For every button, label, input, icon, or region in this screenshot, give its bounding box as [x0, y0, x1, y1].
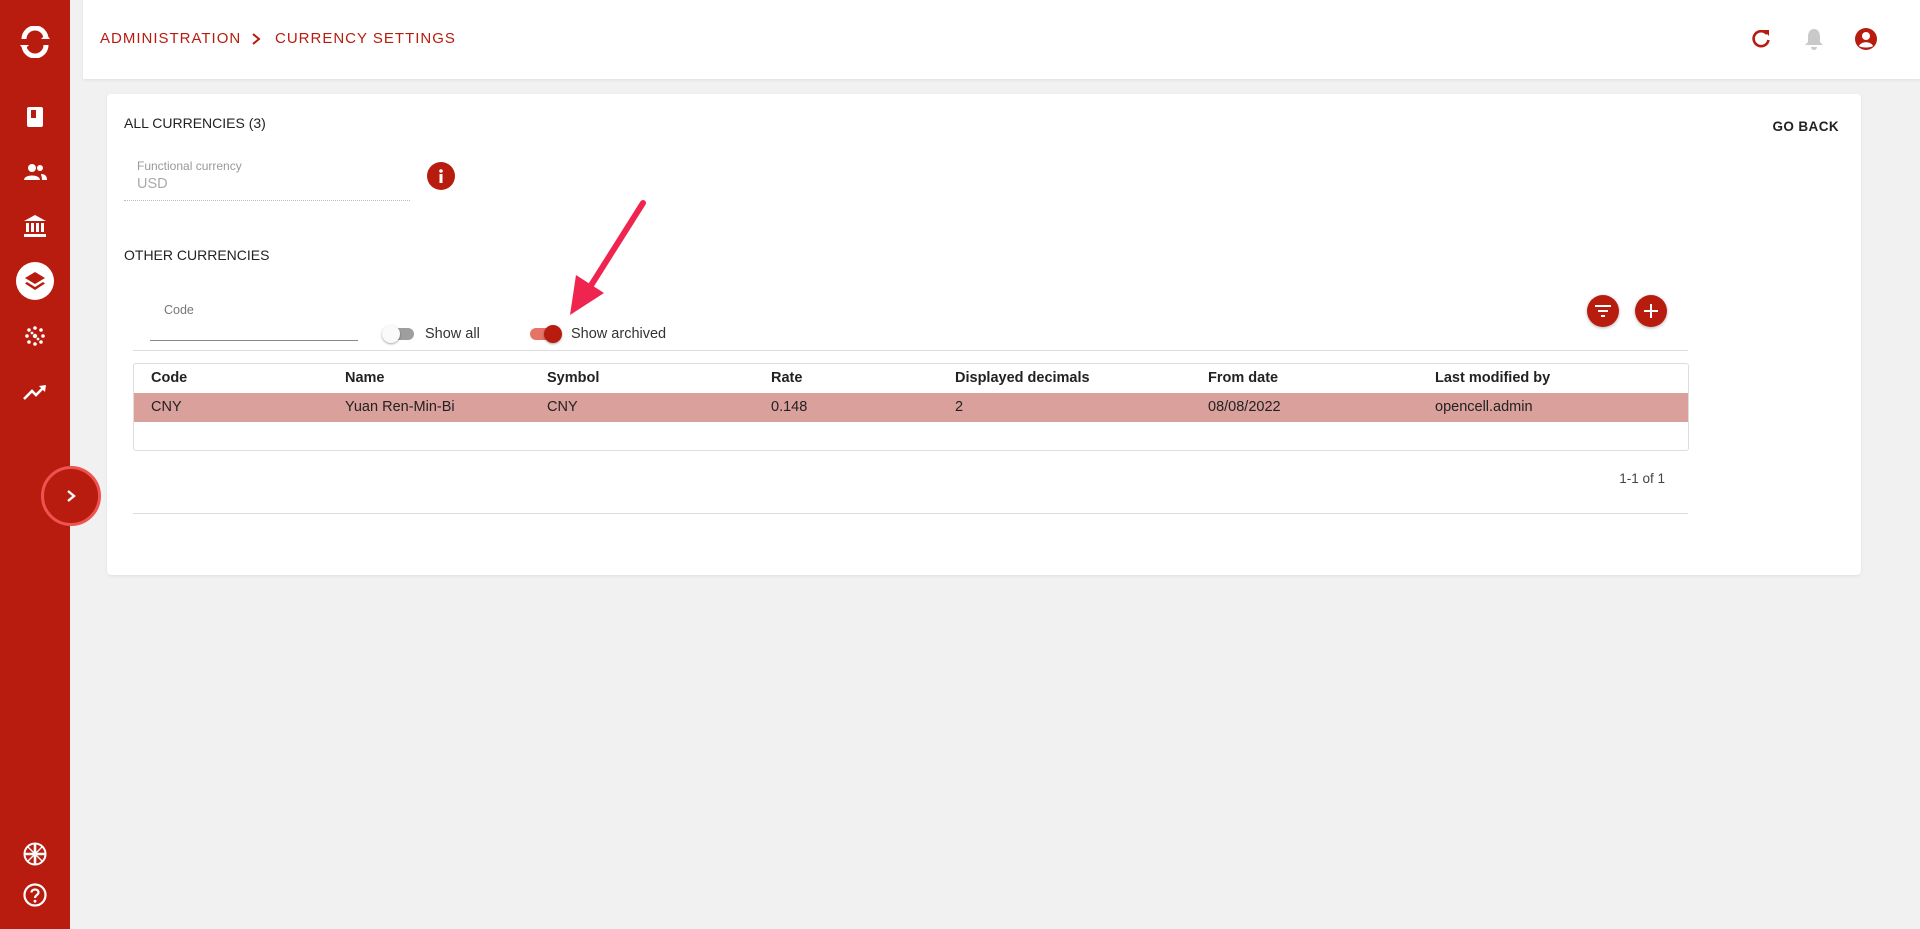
sidebar — [0, 0, 70, 929]
bank-icon — [24, 215, 46, 237]
pagination-label: 1-1 of 1 — [1619, 471, 1665, 486]
code-filter-field[interactable]: Code — [150, 297, 358, 341]
cell-displayed-decimals: 2 — [955, 399, 964, 415]
layers-icon — [25, 272, 45, 290]
dots-grid-icon — [25, 326, 45, 346]
filter-button[interactable] — [1587, 295, 1619, 327]
divider — [133, 513, 1688, 514]
breadcrumb-currency-settings: CURRENCY SETTINGS — [275, 30, 456, 47]
column-header-rate[interactable]: Rate — [771, 370, 802, 386]
functional-currency-label: Functional currency — [137, 159, 242, 173]
currencies-table: Code Name Symbol Rate Displayed decimals… — [133, 363, 1689, 451]
column-header-last-modified-by[interactable]: Last modified by — [1435, 370, 1550, 386]
info-icon[interactable] — [427, 162, 455, 190]
card-title: ALL CURRENCIES (3) — [124, 115, 266, 131]
column-header-code[interactable]: Code — [151, 370, 187, 386]
help-icon — [23, 883, 47, 907]
chevron-right-icon — [67, 490, 76, 502]
sidebar-expand-button[interactable] — [41, 466, 101, 526]
switch-knob — [382, 325, 400, 343]
cell-symbol: CNY — [547, 399, 578, 415]
show-all-label: Show all — [425, 326, 480, 342]
table-row[interactable]: CNY Yuan Ren-Min-Bi CNY 0.148 2 08/08/20… — [134, 393, 1688, 422]
opencell-logo-icon[interactable] — [19, 25, 51, 59]
breadcrumb-administration[interactable]: ADMINISTRATION — [100, 30, 241, 47]
filter-icon — [1595, 305, 1611, 317]
column-header-name[interactable]: Name — [345, 370, 385, 386]
globe-uk-flag-icon — [23, 842, 47, 866]
chevron-right-icon — [251, 32, 261, 50]
functional-currency-field: Functional currency USD — [124, 159, 410, 201]
sidebar-item-administration[interactable] — [16, 262, 54, 300]
cell-last-modified-by: opencell.admin — [1435, 399, 1533, 415]
cell-rate: 0.148 — [771, 399, 808, 415]
refresh-icon[interactable] — [1748, 26, 1774, 52]
top-bar: ADMINISTRATION CURRENCY SETTINGS — [83, 0, 1920, 79]
sidebar-item-reports[interactable] — [17, 374, 53, 410]
go-back-button[interactable]: GO BACK — [1772, 119, 1839, 134]
divider — [133, 350, 1688, 351]
cell-from-date: 08/08/2022 — [1208, 399, 1281, 415]
table-header: Code Name Symbol Rate Displayed decimals… — [134, 364, 1688, 394]
cell-name: Yuan Ren-Min-Bi — [345, 399, 455, 415]
switch-knob — [544, 325, 562, 343]
book-icon — [27, 107, 43, 127]
sidebar-item-finance[interactable] — [17, 208, 53, 244]
people-icon — [24, 164, 47, 180]
other-currencies-title: OTHER CURRENCIES — [124, 247, 270, 263]
sidebar-item-mediation[interactable] — [17, 318, 53, 354]
show-archived-label: Show archived — [571, 326, 667, 342]
sidebar-item-help[interactable] — [17, 877, 53, 913]
show-all-toggle[interactable]: Show all — [382, 324, 480, 344]
plus-icon — [1644, 304, 1658, 318]
account-circle-icon[interactable] — [1853, 26, 1879, 52]
show-archived-toggle[interactable]: Show archived — [530, 324, 666, 344]
trending-up-icon — [23, 385, 46, 400]
show-all-switch[interactable] — [382, 325, 414, 343]
currencies-card: ALL CURRENCIES (3) GO BACK Functional cu… — [107, 94, 1861, 575]
bell-icon[interactable] — [1801, 26, 1827, 52]
add-currency-button[interactable] — [1635, 295, 1667, 327]
cell-code: CNY — [151, 399, 182, 415]
column-header-symbol[interactable]: Symbol — [547, 370, 599, 386]
code-filter-input[interactable] — [150, 297, 358, 340]
sidebar-item-language[interactable] — [17, 836, 53, 872]
functional-currency-value: USD — [137, 176, 168, 192]
sidebar-item-customers[interactable] — [17, 154, 53, 190]
show-archived-switch[interactable] — [530, 325, 562, 343]
column-header-displayed-decimals[interactable]: Displayed decimals — [955, 370, 1090, 386]
sidebar-item-catalog[interactable] — [17, 99, 53, 135]
column-header-from-date[interactable]: From date — [1208, 370, 1278, 386]
